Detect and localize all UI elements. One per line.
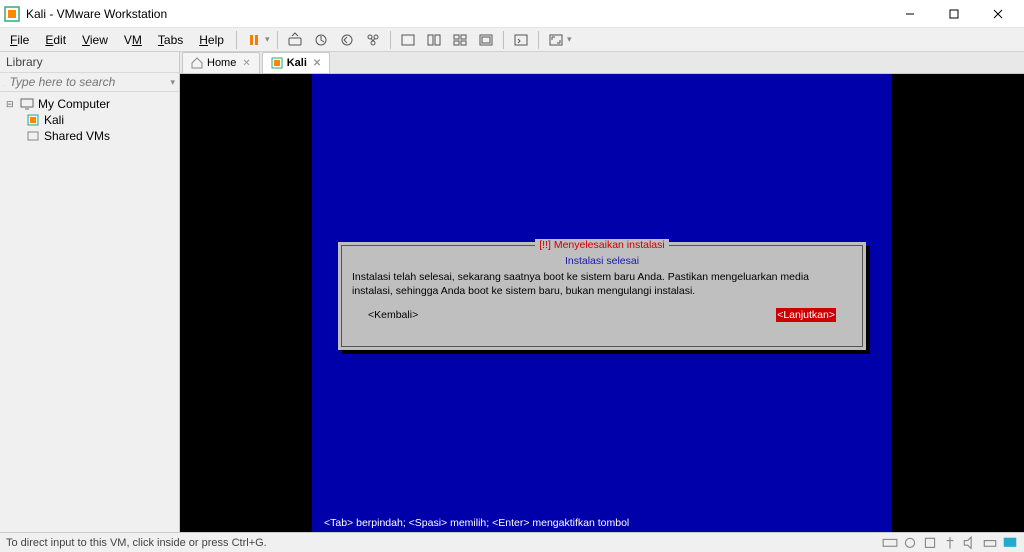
menu-edit[interactable]: Edit — [37, 30, 74, 50]
snapshot-revert-button[interactable] — [336, 29, 358, 51]
library-header: Library — [0, 52, 179, 73]
search-icon — [4, 75, 5, 89]
thumbnail1-button[interactable] — [397, 29, 419, 51]
tab-close-icon[interactable]: ✕ — [242, 58, 250, 69]
menu-vm[interactable]: VM — [116, 30, 150, 50]
search-dropdown[interactable]: ▾ — [170, 77, 175, 88]
menu-tabs[interactable]: Tabs — [150, 30, 191, 50]
window-title: Kali - VMware Workstation — [26, 7, 888, 21]
menu-bar: File Edit View VM Tabs Help ▾ ▾ — [0, 28, 1024, 52]
display-icon[interactable] — [1002, 536, 1018, 550]
separator — [503, 31, 504, 49]
sound-icon[interactable] — [962, 536, 978, 550]
tree-label: My Computer — [38, 97, 110, 111]
minimize-button[interactable] — [888, 0, 932, 28]
vm-console[interactable]: [!!] Menyelesaikan instalasi Instalasi s… — [180, 74, 1024, 532]
network-icon[interactable] — [922, 536, 938, 550]
dialog-title: [!!] Menyelesaikan instalasi — [535, 239, 668, 251]
separator — [277, 31, 278, 49]
tab-strip: Home ✕ Kali ✕ — [180, 52, 1024, 74]
tree-label: Kali — [44, 113, 64, 127]
menu-help[interactable]: Help — [191, 30, 232, 50]
unity-button[interactable] — [475, 29, 497, 51]
tab-close-icon[interactable]: ✕ — [313, 58, 321, 69]
fullscreen-dropdown[interactable]: ▾ — [567, 34, 575, 45]
snapshot-button[interactable] — [310, 29, 332, 51]
pause-button[interactable] — [243, 29, 265, 51]
menu-file[interactable]: File — [2, 30, 37, 50]
fullscreen-button[interactable] — [545, 29, 567, 51]
installer-dialog: [!!] Menyelesaikan instalasi Instalasi s… — [338, 242, 866, 350]
title-bar: Kali - VMware Workstation — [0, 0, 1024, 28]
tree-toggle-icon[interactable]: ⊟ — [6, 99, 16, 110]
close-button[interactable] — [976, 0, 1020, 28]
tree-item-kali[interactable]: Kali — [2, 112, 177, 128]
library-sidebar: Library ▾ ⊟ My Computer Kali Shared VMs — [0, 52, 180, 532]
library-tree: ⊟ My Computer Kali Shared VMs — [0, 92, 179, 148]
tree-root-my-computer[interactable]: ⊟ My Computer — [2, 96, 177, 112]
snapshot-manager-button[interactable] — [362, 29, 384, 51]
tree-item-shared-vms[interactable]: Shared VMs — [2, 128, 177, 144]
installer-hint: <Tab> berpindah; <Spasi> memilih; <Enter… — [324, 517, 629, 529]
power-dropdown[interactable]: ▾ — [265, 34, 273, 45]
thumbnail3-button[interactable] — [449, 29, 471, 51]
search-input[interactable] — [9, 75, 166, 89]
cd-icon[interactable] — [902, 536, 918, 550]
tab-home[interactable]: Home ✕ — [182, 52, 260, 73]
tab-label: Kali — [287, 57, 307, 69]
vm-icon — [271, 57, 283, 69]
app-icon — [4, 6, 20, 22]
separator — [538, 31, 539, 49]
tab-kali[interactable]: Kali ✕ — [262, 52, 331, 73]
hdd-icon[interactable] — [882, 536, 898, 550]
vm-icon — [26, 113, 40, 127]
maximize-button[interactable] — [932, 0, 976, 28]
status-device-icons — [882, 536, 1018, 550]
console-view-button[interactable] — [510, 29, 532, 51]
printer-icon[interactable] — [982, 536, 998, 550]
usb-icon[interactable] — [942, 536, 958, 550]
status-text: To direct input to this VM, click inside… — [6, 537, 267, 549]
tree-label: Shared VMs — [44, 129, 110, 143]
thumbnail2-button[interactable] — [423, 29, 445, 51]
separator — [236, 31, 237, 49]
tab-label: Home — [207, 57, 236, 69]
send-cad-button[interactable] — [284, 29, 306, 51]
home-icon — [191, 57, 203, 69]
vm-screen: [!!] Menyelesaikan instalasi Instalasi s… — [312, 74, 892, 532]
separator — [390, 31, 391, 49]
shared-icon — [26, 129, 40, 143]
status-bar: To direct input to this VM, click inside… — [0, 532, 1024, 552]
monitor-icon — [20, 97, 34, 111]
menu-view[interactable]: View — [74, 30, 116, 50]
